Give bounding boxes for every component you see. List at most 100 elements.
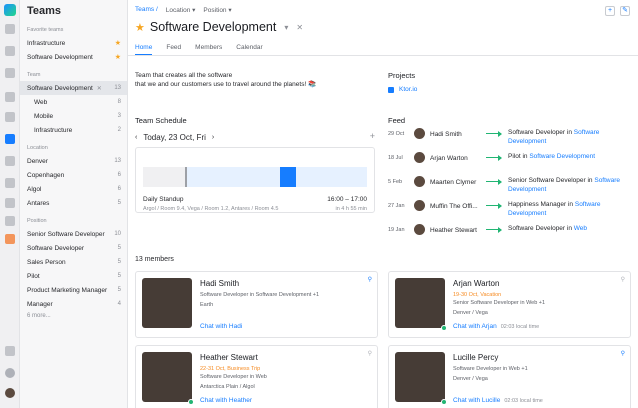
- feed-item: 18 Jul Arjan Warton Pilot in Software Deve…: [388, 151, 633, 175]
- chat-link[interactable]: Chat with Arjan 02:03 local time: [453, 323, 539, 330]
- avatar[interactable]: [414, 176, 425, 187]
- edit-icon[interactable]: ✎: [620, 6, 630, 16]
- member-name[interactable]: Lucille Percy: [453, 353, 498, 362]
- member-name[interactable]: Arjan Warton: [453, 279, 499, 288]
- position-count: 5: [117, 287, 121, 293]
- project-icon[interactable]: [5, 234, 15, 244]
- feed-name[interactable]: Muffin The Offi...: [430, 203, 478, 210]
- close-icon[interactable]: ✕: [296, 23, 303, 32]
- tab-calendar[interactable]: Calendar: [236, 42, 262, 55]
- more-icon[interactable]: [5, 216, 15, 226]
- feed-role: Software Developer in Software Developme…: [508, 128, 633, 146]
- tab-members[interactable]: Members: [195, 42, 222, 55]
- chevron-right-icon[interactable]: ›: [212, 134, 214, 141]
- location-item[interactable]: Antares 5: [20, 196, 127, 210]
- avatar[interactable]: [414, 152, 425, 163]
- feed-name[interactable]: Heather Stewart: [430, 227, 477, 234]
- position-item[interactable]: Manager 4: [20, 297, 127, 311]
- avatar[interactable]: [414, 128, 425, 139]
- show-more-link[interactable]: 6 more...: [20, 311, 127, 321]
- member-photo[interactable]: [142, 278, 192, 328]
- org-icon: ⚲: [367, 351, 372, 357]
- chevron-down-icon[interactable]: ▾: [284, 23, 288, 32]
- project-link[interactable]: Ktor.io: [388, 86, 417, 93]
- event-block[interactable]: [280, 167, 296, 187]
- tab-feed[interactable]: Feed: [166, 42, 181, 55]
- help-icon[interactable]: [5, 368, 15, 378]
- member-name[interactable]: Heather Stewart: [200, 353, 258, 362]
- team-link[interactable]: Software Development: [529, 153, 595, 160]
- subteam-item[interactable]: Mobile 3: [20, 109, 127, 123]
- close-icon[interactable]: ✕: [97, 85, 102, 92]
- position-item[interactable]: Software Developer 5: [20, 241, 127, 255]
- location-item[interactable]: Copenhagen 6: [20, 168, 127, 182]
- subteam-item[interactable]: Web 8: [20, 95, 127, 109]
- user-avatar[interactable]: [5, 388, 15, 398]
- member-photo[interactable]: [142, 352, 192, 402]
- chat-icon[interactable]: [5, 46, 15, 56]
- position-item[interactable]: Sales Person 5: [20, 255, 127, 269]
- crumb-teams[interactable]: Teams /: [135, 6, 158, 14]
- avatar[interactable]: [414, 224, 425, 235]
- add-icon[interactable]: [5, 346, 15, 356]
- location-label: Algol: [27, 185, 42, 193]
- location-count: 5: [117, 200, 121, 206]
- tab-home[interactable]: Home: [135, 42, 153, 55]
- member-name[interactable]: Hadi Smith: [200, 279, 239, 288]
- feed-date: 27 Jan: [388, 203, 405, 209]
- favorite-item[interactable]: Infrastructure ★: [20, 36, 127, 50]
- member-card[interactable]: Lucille Percy Software Developer in Web …: [388, 345, 631, 408]
- star-icon[interactable]: ★: [135, 21, 145, 34]
- star-icon[interactable]: ★: [115, 39, 121, 47]
- team-link[interactable]: Web: [574, 225, 587, 232]
- crumb-position[interactable]: Position ▾: [203, 6, 231, 14]
- feed-name[interactable]: Maarten Clymer: [430, 179, 476, 186]
- location-item[interactable]: Algol 6: [20, 182, 127, 196]
- puzzle-icon[interactable]: [5, 156, 15, 166]
- chat-link[interactable]: Chat with Lucille 02:03 local time: [453, 397, 543, 404]
- feed-date: 19 Jan: [388, 227, 405, 233]
- chat-link[interactable]: Chat with Hadi: [200, 323, 242, 330]
- position-item[interactable]: Product Marketing Manager 5: [20, 283, 127, 297]
- description-line: Team that creates all the software: [135, 72, 233, 79]
- avatar[interactable]: [414, 200, 425, 211]
- teams-icon[interactable]: [5, 134, 15, 144]
- chat-label: Chat with Arjan: [453, 323, 497, 330]
- crumb-location[interactable]: Location ▾: [166, 6, 196, 14]
- docs-icon[interactable]: [5, 178, 15, 188]
- chat-link[interactable]: Chat with Heather: [200, 397, 252, 404]
- home-icon[interactable]: [5, 24, 15, 34]
- location-item[interactable]: Denver 13: [20, 154, 127, 168]
- code-icon[interactable]: [5, 112, 15, 122]
- star-icon[interactable]: ★: [115, 53, 121, 61]
- apps-icon[interactable]: [5, 92, 15, 102]
- chevron-left-icon[interactable]: ‹: [135, 134, 137, 141]
- position-count: 10: [114, 231, 121, 237]
- member-photo[interactable]: [395, 278, 445, 328]
- member-photo[interactable]: [395, 352, 445, 402]
- event-location: Argol / Room 9.4, Vega / Room 1.2, Antar…: [143, 206, 279, 212]
- team-label: Software Development: [27, 84, 93, 92]
- add-icon[interactable]: +: [605, 6, 615, 16]
- team-description: Team that creates all the software that …: [135, 71, 375, 89]
- member-card[interactable]: Heather Stewart 22-31 Oct, Business Trip…: [135, 345, 378, 408]
- position-item[interactable]: Senior Software Developer 10: [20, 227, 127, 241]
- member-card[interactable]: Hadi Smith Software Developer in Softwar…: [135, 271, 378, 338]
- team-item-selected[interactable]: Software Development ✕ 13: [20, 81, 127, 95]
- position-item[interactable]: Pilot 5: [20, 269, 127, 283]
- projects-heading: Projects: [388, 71, 416, 80]
- add-event-icon[interactable]: +: [370, 131, 375, 141]
- feed-name[interactable]: Hadi Smith: [430, 131, 462, 138]
- feed-name[interactable]: Arjan Warton: [430, 155, 468, 162]
- settings-icon[interactable]: [5, 198, 15, 208]
- member-absence: 19-30 Oct, Vacation: [453, 292, 502, 298]
- app-logo-icon[interactable]: [4, 4, 16, 16]
- subteam-item[interactable]: Infrastructure 2: [20, 123, 127, 137]
- schedule-card[interactable]: Daily Standup 16:00 – 17:00 Argol / Room…: [135, 147, 375, 213]
- favorite-item[interactable]: Software Development ★: [20, 50, 127, 64]
- member-card[interactable]: Arjan Warton 19-30 Oct, Vacation Senior …: [388, 271, 631, 338]
- position-count: 5: [117, 245, 121, 251]
- spark-icon[interactable]: [5, 68, 15, 78]
- position-label: Product Marketing Manager: [27, 286, 108, 294]
- team-schedule: ‹ Today, 23 Oct, Fri › +: [135, 131, 375, 143]
